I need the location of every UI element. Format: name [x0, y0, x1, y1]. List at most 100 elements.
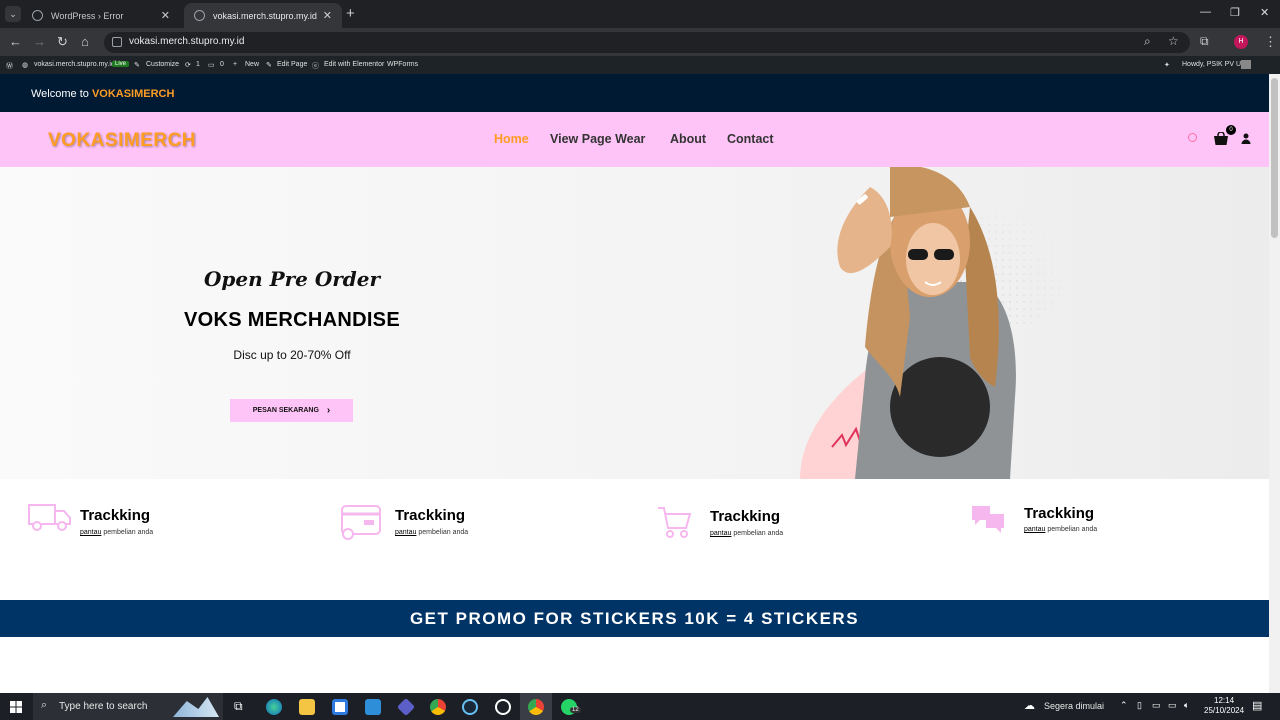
- wp-edit-elementor-link[interactable]: Edit with Elementor: [324, 61, 384, 68]
- new-tab-button[interactable]: +: [346, 5, 355, 22]
- hero-pre-title: Open Pre Order: [203, 267, 381, 291]
- nav-home[interactable]: Home: [494, 132, 529, 146]
- page-scrollbar[interactable]: [1269, 74, 1280, 693]
- feature-title: Trackking: [80, 507, 151, 524]
- nav-contact[interactable]: Contact: [727, 132, 774, 146]
- chevron-up-icon[interactable]: ⌃: [1120, 700, 1128, 711]
- search-icon: ⌕: [41, 699, 48, 711]
- wp-wpforms-link[interactable]: WPForms: [387, 61, 418, 68]
- steam-icon[interactable]: [462, 699, 478, 715]
- windows-start-icon[interactable]: [10, 701, 22, 713]
- extensions-icon[interactable]: ⧉: [1200, 34, 1209, 49]
- feature-subtitle-link[interactable]: pantau: [710, 530, 731, 537]
- task-view-icon[interactable]: ⧉: [234, 699, 243, 714]
- volume-icon[interactable]: 🔈︎: [1184, 700, 1189, 711]
- home-button[interactable]: ⌂: [81, 34, 89, 49]
- wp-comments-count[interactable]: 0: [220, 61, 224, 68]
- scrollbar-thumb[interactable]: [1271, 78, 1278, 238]
- wp-updates-count[interactable]: 1: [196, 61, 200, 68]
- order-now-button[interactable]: PESAN SEKARANG ›: [230, 399, 353, 422]
- welcome-text: Welcome to VOKASIMERCH: [31, 88, 174, 100]
- close-tab-icon[interactable]: ✕: [323, 9, 332, 22]
- browser-tab-bar: ⌄ WordPress › Error ✕ vokasi.merch.stupr…: [0, 0, 1280, 28]
- maximize-button[interactable]: ❐: [1230, 6, 1240, 19]
- wp-customize-link[interactable]: Customize: [146, 61, 179, 68]
- promo-banner: GET PROMO FOR STICKERS 10K = 4 STICKERS: [0, 600, 1269, 637]
- pencil-icon: ✎: [266, 62, 272, 69]
- url-text[interactable]: vokasi.merch.stupro.my.id: [129, 36, 244, 47]
- battery-icon[interactable]: ▭: [1168, 700, 1177, 711]
- wp-howdy-link[interactable]: Howdy, PSIK PV UB: [1182, 61, 1246, 68]
- wp-edit-page-link[interactable]: Edit Page: [277, 61, 307, 68]
- usb-icon[interactable]: ▯: [1137, 700, 1142, 711]
- order-now-label: PESAN SEKARANG: [252, 407, 319, 414]
- site-header: VOKASIMERCH Home View Page Wear About Co…: [0, 112, 1269, 167]
- reload-button[interactable]: ↻: [57, 34, 68, 50]
- feature-title: Trackking: [1024, 505, 1095, 522]
- chrome-icon[interactable]: [430, 699, 446, 715]
- site-logo[interactable]: VOKASIMERCH: [48, 130, 196, 152]
- edge-icon[interactable]: [266, 699, 282, 715]
- tab-search-button[interactable]: ⌄: [5, 6, 21, 22]
- close-window-button[interactable]: ✕: [1260, 6, 1269, 19]
- shopping-bag-icon[interactable]: [1213, 132, 1229, 146]
- site-info-icon[interactable]: [112, 37, 122, 47]
- chrome-profile-icon[interactable]: [528, 699, 544, 715]
- address-bar[interactable]: vokasi.merch.stupro.my.id ⌕ ☆: [104, 32, 1190, 53]
- browser-menu-icon[interactable]: ⋮: [1264, 34, 1277, 50]
- obs-icon[interactable]: [495, 699, 511, 715]
- feature-subtitle-text: pembelian anda: [101, 529, 154, 536]
- cart-icon: [658, 507, 692, 538]
- user-account-icon[interactable]: [1241, 133, 1251, 144]
- welcome-brand: VOKASIMERCH: [91, 88, 175, 100]
- profile-avatar[interactable]: H: [1234, 35, 1248, 49]
- admin-avatar[interactable]: [1241, 60, 1251, 69]
- minimize-button[interactable]: —: [1200, 6, 1211, 18]
- clock[interactable]: 12:14 25/10/2024: [1204, 696, 1244, 716]
- comment-icon: ▭: [208, 62, 215, 69]
- feature-subtitle: pantau pembelian anda: [395, 529, 468, 536]
- plus-icon: +: [233, 61, 238, 68]
- browser-tab-inactive[interactable]: WordPress › Error ✕: [22, 3, 180, 28]
- browser-tab-active[interactable]: vokasi.merch.stupro.my.id ✕: [184, 3, 342, 28]
- tab-title: vokasi.merch.stupro.my.id: [213, 10, 317, 21]
- wordpress-icon[interactable]: Ⓦ: [6, 61, 13, 71]
- clock-date: 25/10/2024: [1204, 706, 1245, 715]
- close-tab-icon[interactable]: ✕: [161, 9, 170, 22]
- feature-subtitle-text: pembelian anda: [416, 529, 469, 536]
- hero-title: VOKS MERCHANDISE: [184, 309, 400, 331]
- mail-icon[interactable]: [365, 699, 381, 715]
- feature-subtitle-text: pembelian anda: [1045, 526, 1098, 533]
- notification-icon[interactable]: ▤: [1252, 699, 1262, 712]
- back-button[interactable]: ←: [9, 34, 22, 49]
- clock-time: 12:14: [1214, 696, 1235, 705]
- weather-icon[interactable]: ☁: [1024, 699, 1035, 712]
- zoom-icon[interactable]: ⌕: [1144, 34, 1151, 49]
- bookmark-star-icon[interactable]: ☆: [1168, 34, 1179, 48]
- copilot-icon[interactable]: [396, 697, 416, 717]
- feature-subtitle-link[interactable]: pantau: [1024, 526, 1045, 533]
- forward-button[interactable]: →: [33, 34, 46, 49]
- file-explorer-icon[interactable]: [299, 699, 315, 715]
- feature-item: Trackking pantau pembelian anda: [28, 500, 153, 537]
- search-highlight-image: [173, 697, 219, 717]
- sparkle-icon[interactable]: ✦: [1164, 61, 1170, 69]
- truck-icon: [28, 504, 71, 531]
- weather-text[interactable]: Segera dimulai: [1044, 701, 1104, 711]
- search-icon[interactable]: [1188, 133, 1197, 142]
- store-icon[interactable]: [332, 699, 348, 715]
- nav-view-page-wear[interactable]: View Page Wear: [550, 132, 645, 146]
- wp-new-link[interactable]: New: [245, 61, 259, 68]
- wp-site-link[interactable]: vokasi.merch.stupro.my.id: [34, 61, 115, 68]
- taskbar-search-box[interactable]: ⌕ Type here to search: [33, 693, 223, 720]
- pencil-icon: ✎: [134, 62, 140, 69]
- feature-subtitle-link[interactable]: pantau: [80, 529, 101, 536]
- feature-subtitle: pantau pembelian anda: [80, 529, 153, 536]
- feature-subtitle-link[interactable]: pantau: [395, 529, 416, 536]
- cart-count-badge: 0: [1226, 125, 1236, 135]
- network-icon[interactable]: ▭: [1152, 700, 1161, 711]
- feature-item: Trackking pantau pembelian anda: [656, 500, 783, 545]
- globe-icon: [194, 10, 205, 21]
- nav-about[interactable]: About: [670, 132, 706, 146]
- browser-toolbar: ← → ↻ ⌂ vokasi.merch.stupro.my.id ⌕ ☆ ⧉ …: [0, 28, 1280, 56]
